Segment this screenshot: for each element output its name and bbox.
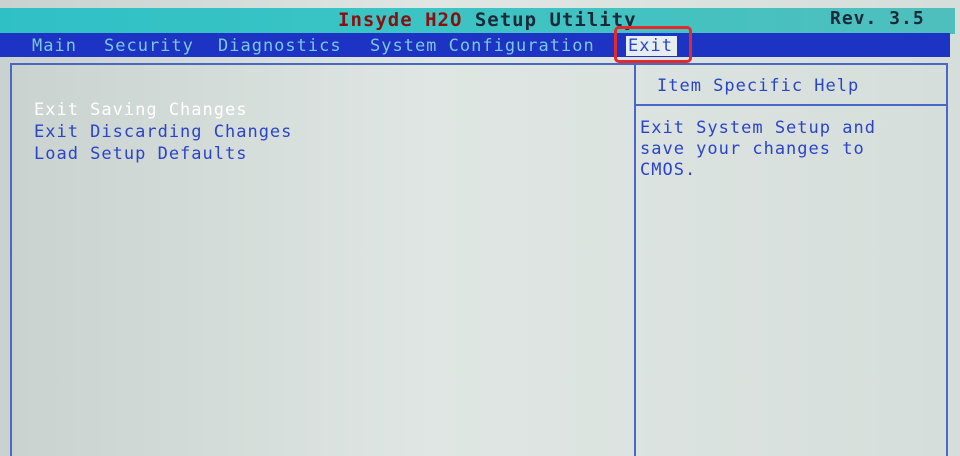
revision-label: Rev. 3.5 [830, 8, 925, 29]
firmware-brand: Insyde H2O [338, 9, 463, 31]
menu-tab-security[interactable]: Security [104, 36, 194, 56]
utility-title: Insyde H2O Setup Utility [338, 9, 637, 31]
help-text-line: Exit System Setup and [640, 118, 876, 138]
exit-tab-highlight [614, 26, 692, 63]
option-exit-saving-changes[interactable]: Exit Saving Changes [34, 100, 247, 120]
help-text-line: CMOS. [640, 160, 697, 180]
bios-screen: Insyde H2O Setup Utility Rev. 3.5 Main S… [0, 0, 960, 456]
help-header-divider [636, 104, 948, 106]
panel-divider [634, 63, 636, 456]
menu-tab-main[interactable]: Main [32, 36, 77, 56]
help-text-line: save your changes to [640, 139, 865, 159]
option-load-setup-defaults[interactable]: Load Setup Defaults [34, 144, 247, 164]
option-exit-discarding-changes[interactable]: Exit Discarding Changes [34, 122, 292, 142]
help-panel-title: Item Specific Help [657, 76, 860, 96]
utility-name: Setup Utility [462, 9, 637, 31]
menu-tab-system-configuration[interactable]: System Configuration [370, 36, 595, 56]
menu-tab-diagnostics[interactable]: Diagnostics [218, 36, 342, 56]
